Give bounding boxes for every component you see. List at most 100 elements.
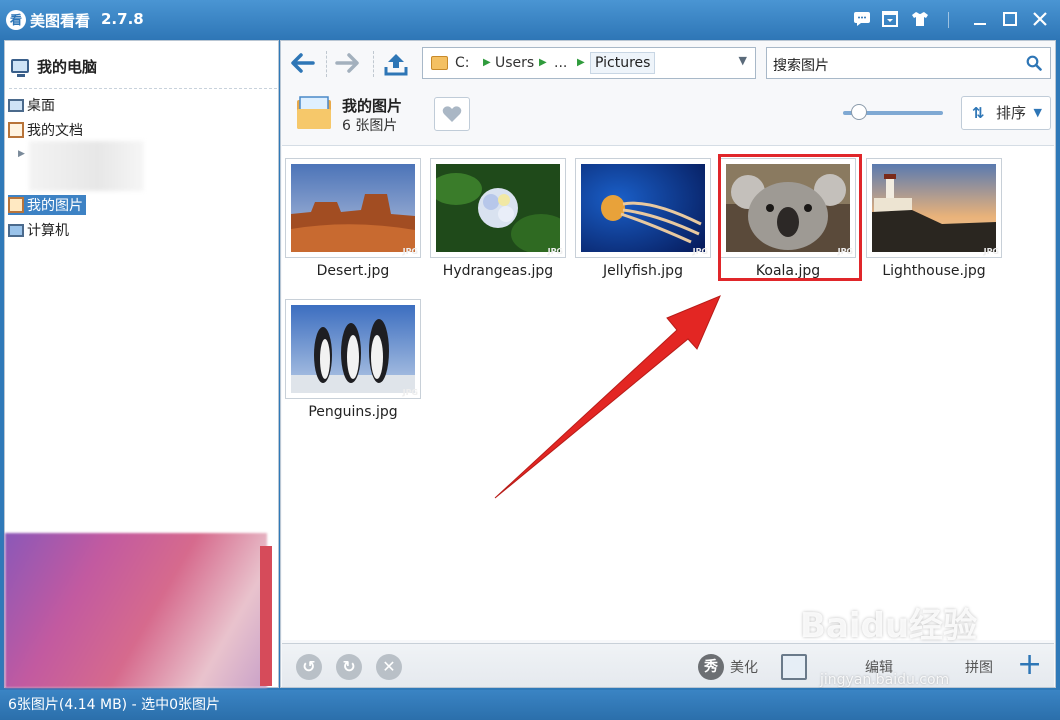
breadcrumb-arrow-icon: ▶ — [577, 57, 585, 68]
breadcrumb-users[interactable]: Users — [495, 55, 534, 71]
thumbnail-hydrangeas[interactable]: JPG Hydrangeas.jpg — [430, 158, 566, 283]
tree-item-label: 桌面 — [27, 98, 55, 114]
tree-item-label: 计算机 — [27, 223, 69, 239]
tree-item-label: 我的图片 — [27, 198, 83, 214]
tree-item-documents[interactable]: 我的文档 — [8, 120, 86, 140]
titlebar-separator — [948, 12, 949, 28]
jpg-badge: JPG — [692, 247, 708, 256]
jpg-badge: JPG — [402, 247, 418, 256]
tree-item-computer[interactable]: 计算机 — [8, 220, 72, 240]
thumbnail-lighthouse[interactable]: JPG Lighthouse.jpg — [866, 158, 1002, 283]
pictures-folder-icon — [8, 197, 24, 213]
thumbnail-frame: JPG — [575, 158, 711, 258]
penguins-image — [291, 305, 415, 393]
documents-icon — [8, 122, 24, 138]
status-bar: 6张图片(4.14 MB) - 选中0张图片 — [0, 690, 1060, 720]
chevron-down-icon[interactable]: ▼ — [739, 54, 747, 67]
up-folder-icon[interactable] — [381, 51, 411, 77]
left-divider — [9, 88, 277, 89]
jpg-badge: JPG — [402, 388, 418, 397]
tree-expander-icon[interactable]: ▶ — [18, 149, 25, 159]
rotate-right-icon[interactable]: ↻ — [336, 654, 362, 680]
beautify-logo-icon[interactable]: 秀 — [698, 654, 724, 680]
puzzle-button[interactable]: 拼图 — [965, 657, 993, 677]
thumbnail-frame: JPG — [285, 299, 421, 399]
folder-title: 我的图片 — [342, 97, 403, 115]
sort-button[interactable]: ⇅ 排序 ▼ — [961, 96, 1051, 130]
lighthouse-image — [872, 164, 996, 252]
my-computer-root[interactable]: 我的电脑 — [11, 55, 97, 77]
app-title: 美图看看 — [30, 12, 91, 30]
breadcrumb-pictures[interactable]: Pictures — [590, 52, 656, 74]
beautify-button[interactable]: 美化 — [730, 657, 758, 677]
breadcrumb-ellipsis[interactable]: ... — [554, 55, 567, 71]
jpg-badge: JPG — [983, 247, 999, 256]
rotate-left-icon[interactable]: ↺ — [296, 654, 322, 680]
baidu-watermark-url: jingyan.baidu.com — [820, 672, 950, 688]
search-input[interactable]: 搜索图片 — [773, 55, 829, 75]
hydrangeas-image — [436, 164, 560, 252]
chevron-down-icon: ▼ — [1033, 106, 1042, 119]
jpg-badge: JPG — [547, 247, 563, 256]
monitor-icon — [11, 59, 29, 77]
delete-icon[interactable]: ✕ — [376, 654, 402, 680]
my-computer-label: 我的电脑 — [37, 57, 98, 76]
tree-item-desktop[interactable]: 桌面 — [8, 95, 58, 115]
thumbnail-filename: Hydrangeas.jpg — [442, 263, 554, 279]
nav-separator — [326, 51, 327, 77]
skin-tshirt-icon[interactable] — [910, 11, 930, 29]
slideshow-icon[interactable] — [781, 654, 807, 680]
sort-arrows-icon: ⇅ — [972, 104, 985, 122]
thumbnail-jellyfish[interactable]: JPG Jellyfish.jpg — [575, 158, 711, 283]
thumbnail-grid: JPG Desert.jpg JPG Hydrangeas.jpg JPG Je… — [282, 145, 1054, 640]
app-version: 2.7.8 — [101, 10, 144, 28]
desktop-icon — [8, 98, 24, 112]
forward-arrow-icon[interactable] — [333, 51, 363, 77]
breadcrumb-drive[interactable]: C: — [455, 55, 470, 71]
thumbnail-filename: Penguins.jpg — [308, 404, 398, 420]
heart-icon — [442, 106, 462, 122]
left-nav-pane: 我的电脑 桌面 我的文档 ▶ 我的图片 计算机 — [4, 40, 279, 688]
sort-label: 排序 — [996, 104, 1027, 122]
thumbnail-frame: JPG — [866, 158, 1002, 258]
thumbnail-desert[interactable]: JPG Desert.jpg — [285, 158, 421, 283]
folder-icon — [431, 56, 448, 70]
tree-item-label: 我的文档 — [27, 123, 83, 139]
desert-image — [291, 164, 415, 252]
breadcrumb-arrow-icon: ▶ — [483, 57, 491, 68]
tree-item-pictures[interactable]: 我的图片 — [8, 195, 86, 215]
thumbnail-penguins[interactable]: JPG Penguins.jpg — [285, 299, 421, 424]
thumbnail-filename: Lighthouse.jpg — [882, 263, 986, 279]
nav-separator — [373, 51, 374, 77]
thumbnail-filename: Desert.jpg — [316, 263, 390, 279]
favorite-heart-button[interactable] — [434, 97, 470, 131]
add-plus-icon[interactable]: + — [1017, 648, 1042, 682]
breadcrumb-arrow-icon: ▶ — [539, 57, 547, 68]
address-bar[interactable]: C: ▶ Users ▶ ... ▶ Pictures ▼ — [422, 47, 756, 79]
title-bar: 看 美图看看 2.7.8 — [0, 0, 1060, 40]
zoom-slider-thumb[interactable] — [851, 104, 867, 120]
blurred-advertisement[interactable] — [5, 533, 267, 688]
main-pane: C: ▶ Users ▶ ... ▶ Pictures ▼ 搜索图片 我的图片 … — [280, 40, 1056, 688]
app-logo-icon: 看 — [6, 10, 26, 30]
minimize-icon[interactable] — [970, 11, 990, 29]
computer-icon — [8, 223, 24, 237]
jellyfish-image — [581, 164, 705, 252]
maximize-icon[interactable] — [1000, 11, 1020, 29]
thumbnail-filename: Jellyfish.jpg — [603, 263, 683, 279]
blurred-tree-item — [29, 141, 144, 191]
feedback-icon[interactable] — [852, 11, 872, 29]
thumbnail-frame: JPG — [430, 158, 566, 258]
ad-strip — [260, 546, 272, 686]
search-icon[interactable] — [1026, 55, 1042, 71]
highlight-box — [718, 154, 862, 281]
back-arrow-icon[interactable] — [287, 51, 317, 77]
thumbnail-frame: JPG — [285, 158, 421, 258]
baidu-watermark: Baidu经验 — [800, 606, 978, 646]
large-folder-icon — [297, 96, 331, 129]
search-box[interactable]: 搜索图片 — [766, 47, 1051, 79]
menu-dropdown-icon[interactable] — [880, 11, 900, 29]
folder-image-count: 6 张图片 — [342, 118, 398, 134]
close-icon[interactable] — [1030, 11, 1050, 29]
folder-header: 我的图片 6 张图片 ⇅ 排序 ▼ — [281, 89, 1055, 141]
